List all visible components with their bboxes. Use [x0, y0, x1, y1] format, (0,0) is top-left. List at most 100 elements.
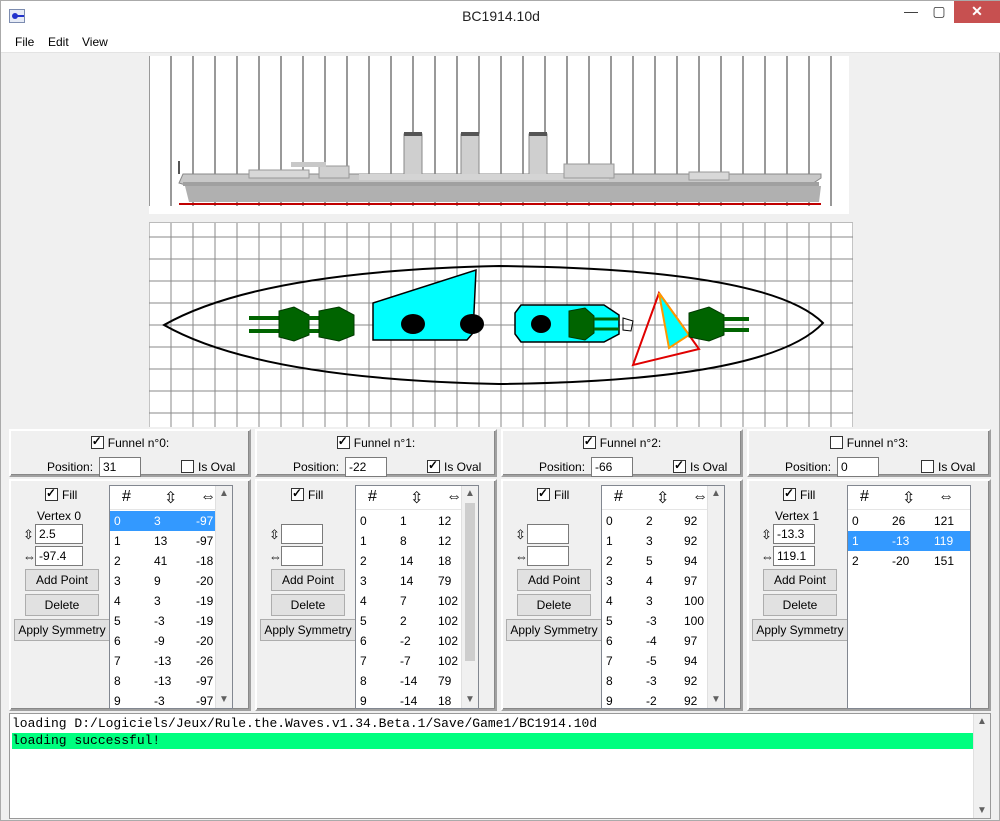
list-item[interactable]: 5 -3 100: [602, 611, 724, 631]
list-item[interactable]: 7 -13 -26: [110, 651, 232, 671]
scroll-up-icon[interactable]: ▲: [974, 716, 990, 727]
horizontal-coord-input[interactable]: [281, 546, 323, 566]
funnel-3-checkbox[interactable]: [829, 436, 843, 449]
add-point-button[interactable]: Add Point: [25, 569, 99, 591]
vertex-list[interactable]: # ⇳ ⇔ 0 3 -97 1 13 -97 2 41 -18 3 9 -20 4 3 -19 5-…: [109, 485, 233, 709]
funnel-0-oval-checkbox[interactable]: [181, 460, 194, 473]
menu-edit[interactable]: Edit: [48, 35, 69, 49]
list-item[interactable]: 3 14 79: [356, 571, 478, 591]
scroll-down-icon[interactable]: ▼: [216, 692, 232, 708]
horizontal-coord-input[interactable]: -97.4: [35, 546, 83, 566]
horizontal-coord-input[interactable]: 119.1: [773, 546, 815, 566]
vertex-list[interactable]: # ⇳ ⇔ 0 1 12 1 8 12 2 14 18 3 14 79 4 7 102 5 2 102 …: [355, 485, 479, 709]
add-point-button[interactable]: Add Point: [763, 569, 837, 591]
list-item[interactable]: 2 -20 151: [848, 551, 970, 571]
list-item[interactable]: 0 1 12: [356, 511, 478, 531]
funnel-0-checkbox[interactable]: [90, 434, 104, 449]
apply-symmetry-button[interactable]: Apply Symmetry: [506, 619, 602, 641]
list-item[interactable]: 5 -3 -19: [110, 611, 232, 631]
scroll-up-icon[interactable]: ▲: [462, 486, 478, 502]
scroll-up-icon[interactable]: ▲: [216, 486, 232, 502]
funnel-0-header: Funnel n°0: Position: 31 Is Oval: [9, 429, 251, 477]
apply-symmetry-button[interactable]: Apply Symmetry: [14, 619, 110, 641]
funnel-2-header: Funnel n°2: Position: -66 Is Oval: [501, 429, 743, 477]
delete-button[interactable]: Delete: [25, 594, 99, 616]
list-item[interactable]: 9 -2 92: [602, 691, 724, 708]
funnel-3-oval-checkbox[interactable]: [921, 460, 934, 473]
horizontal-coord-input[interactable]: [527, 546, 569, 566]
minimize-button[interactable]: —: [897, 1, 925, 23]
side-profile-view[interactable]: [148, 56, 849, 214]
add-point-button[interactable]: Add Point: [271, 569, 345, 591]
delete-button[interactable]: Delete: [763, 594, 837, 616]
funnel-1-position-input[interactable]: -22: [345, 457, 387, 477]
apply-symmetry-button[interactable]: Apply Symmetry: [260, 619, 356, 641]
scroll-down-icon[interactable]: ▼: [708, 692, 724, 708]
menu-view[interactable]: View: [82, 35, 108, 49]
close-button[interactable]: ✕: [954, 1, 1000, 23]
list-item[interactable]: 0 26 121: [848, 511, 970, 531]
list-item[interactable]: 9 -3 -97: [110, 691, 232, 708]
menu-bar: File Edit View: [1, 31, 1000, 53]
fill-checkbox[interactable]: [537, 486, 550, 501]
fill-checkbox[interactable]: [783, 486, 796, 501]
vertical-coord-input[interactable]: -13.3: [773, 524, 815, 544]
list-item[interactable]: 1 8 12: [356, 531, 478, 551]
console-scrollbar[interactable]: ▲ ▼: [973, 714, 990, 818]
list-item[interactable]: 4 3 100: [602, 591, 724, 611]
list-item[interactable]: 6 -2 102: [356, 631, 478, 651]
list-item[interactable]: 9 -14 18: [356, 691, 478, 708]
list-item[interactable]: 4 3 -19: [110, 591, 232, 611]
scroll-up-icon[interactable]: ▲: [708, 486, 724, 502]
scroll-thumb[interactable]: [465, 503, 475, 661]
vertex-list[interactable]: # ⇳ ⇔ 0 26 121 1 -13 119 2 -20 151: [847, 485, 971, 709]
deck-plan-view[interactable]: [148, 222, 854, 427]
vertical-coord-input[interactable]: 2.5: [35, 524, 83, 544]
list-item[interactable]: 8 -14 79: [356, 671, 478, 691]
add-point-button[interactable]: Add Point: [517, 569, 591, 591]
list-item[interactable]: 2 5 94: [602, 551, 724, 571]
list-item[interactable]: 7 -5 94: [602, 651, 724, 671]
list-item[interactable]: 6 -4 97: [602, 631, 724, 651]
vertical-coord-input[interactable]: [281, 524, 323, 544]
list-item[interactable]: 2 41 -18: [110, 551, 232, 571]
scroll-down-icon[interactable]: ▼: [974, 805, 990, 816]
list-item[interactable]: 1 13 -97: [110, 531, 232, 551]
list-item[interactable]: 6 -9 -20: [110, 631, 232, 651]
funnel-2-position-input[interactable]: -66: [591, 457, 633, 477]
funnel-1-checkbox[interactable]: [336, 434, 350, 449]
fill-checkbox[interactable]: [291, 486, 304, 501]
list-item[interactable]: 1 -13 119: [848, 531, 970, 551]
list-item[interactable]: 2 14 18: [356, 551, 478, 571]
list-scrollbar[interactable]: ▲ ▼: [707, 486, 724, 708]
maximize-button[interactable]: ▢: [925, 1, 953, 23]
list-item[interactable]: 3 9 -20: [110, 571, 232, 591]
delete-button[interactable]: Delete: [271, 594, 345, 616]
list-item[interactable]: 1 3 92: [602, 531, 724, 551]
list-item[interactable]: 8 -13 -97: [110, 671, 232, 691]
list-item[interactable]: 4 7 102: [356, 591, 478, 611]
scroll-down-icon[interactable]: ▼: [462, 692, 478, 708]
list-item[interactable]: 0 2 92: [602, 511, 724, 531]
vertex-list[interactable]: # ⇳ ⇔ 0 2 92 1 3 92 2 5 94 3 4 97 4 3 100 5 -3 100 6…: [601, 485, 725, 709]
menu-file[interactable]: File: [15, 35, 34, 49]
list-scrollbar[interactable]: ▲ ▼: [461, 486, 478, 708]
col-index: #: [122, 488, 131, 505]
funnel-3-position-input[interactable]: 0: [837, 457, 879, 477]
funnel-2-checkbox[interactable]: [582, 434, 596, 449]
vertical-coord-input[interactable]: [527, 524, 569, 544]
funnel-1-oval-checkbox[interactable]: [427, 458, 440, 473]
list-item[interactable]: 8 -3 92: [602, 671, 724, 691]
list-item[interactable]: 3 4 97: [602, 571, 724, 591]
list-scrollbar[interactable]: ▲ ▼: [215, 486, 232, 708]
list-item[interactable]: 5 2 102: [356, 611, 478, 631]
funnel-2-oval-checkbox[interactable]: [673, 458, 686, 473]
apply-symmetry-button[interactable]: Apply Symmetry: [752, 619, 848, 641]
funnel-0-oval-label: Is Oval: [198, 460, 236, 474]
output-console[interactable]: loading D:/Logiciels/Jeux/Rule.the.Waves…: [9, 713, 991, 819]
list-item[interactable]: 7 -7 102: [356, 651, 478, 671]
list-item[interactable]: 0 3 -97: [110, 511, 232, 531]
fill-checkbox[interactable]: [45, 486, 58, 501]
funnel-0-position-input[interactable]: 31: [99, 457, 141, 477]
delete-button[interactable]: Delete: [517, 594, 591, 616]
